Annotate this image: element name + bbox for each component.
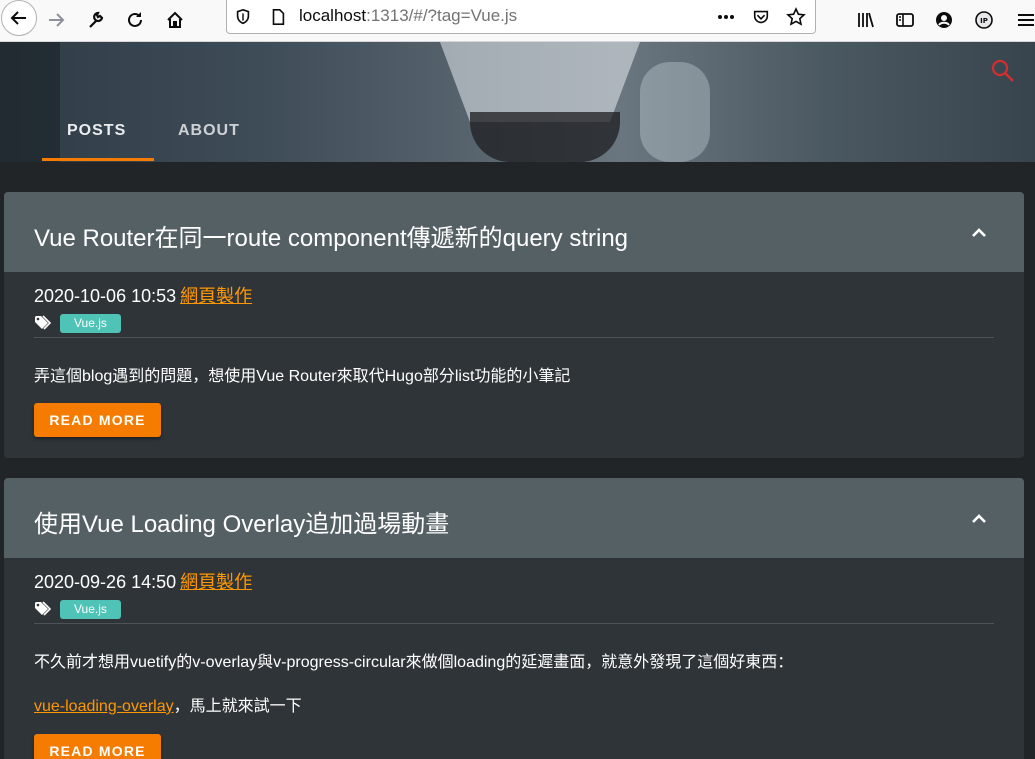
- menu-icon[interactable]: [1016, 4, 1035, 36]
- divider: [34, 337, 994, 338]
- wrench-icon[interactable]: [80, 4, 112, 36]
- page-icon[interactable]: [267, 6, 289, 28]
- active-tab-indicator: [42, 158, 154, 161]
- back-icon[interactable]: [1, 0, 37, 36]
- search-icon[interactable]: [990, 58, 1016, 84]
- tab-posts[interactable]: POSTS: [67, 122, 126, 140]
- reload-icon[interactable]: [119, 4, 151, 36]
- post-category-link[interactable]: 網頁製作: [180, 572, 252, 592]
- browser-toolbar: localhost:1313/#/?tag=Vue.js IP: [0, 0, 1035, 42]
- divider: [34, 623, 994, 624]
- library-icon[interactable]: [850, 4, 882, 36]
- bookmark-star-icon[interactable]: [785, 6, 807, 28]
- shield-icon[interactable]: [232, 6, 254, 28]
- post-date: 2020-10-06 10:53: [34, 286, 177, 306]
- post-meta: 2020-09-26 14:50 網頁製作: [34, 568, 252, 594]
- forward-icon[interactable]: [40, 4, 72, 36]
- url-text[interactable]: localhost:1313/#/?tag=Vue.js: [299, 6, 517, 26]
- pocket-icon[interactable]: [750, 6, 772, 28]
- read-more-button[interactable]: READ MORE: [34, 734, 161, 759]
- url-bar[interactable]: localhost:1313/#/?tag=Vue.js: [226, 0, 816, 34]
- url-path: :1313/#/?tag=Vue.js: [366, 6, 518, 25]
- hero-glass-shape: [640, 62, 710, 162]
- more-icon[interactable]: [715, 6, 737, 28]
- post-category-link[interactable]: 網頁製作: [180, 286, 252, 306]
- hero-header: [0, 42, 1035, 162]
- post-summary: 不久前才想用vuetify的v-overlay與v-progress-circu…: [34, 654, 794, 671]
- home-icon[interactable]: [159, 4, 191, 36]
- hero-dripper-shape: [440, 42, 640, 122]
- chevron-up-icon[interactable]: [968, 222, 990, 244]
- sidebar-icon[interactable]: [889, 4, 921, 36]
- account-icon[interactable]: [928, 4, 960, 36]
- tab-about[interactable]: ABOUT: [178, 122, 240, 140]
- post-summary-link-line: vue-loading-overlay，馬上就來試一下: [34, 692, 302, 716]
- chevron-up-icon[interactable]: [968, 508, 990, 530]
- vue-loading-overlay-link[interactable]: vue-loading-overlay: [34, 698, 174, 715]
- ip-extension-icon[interactable]: IP: [968, 4, 1000, 36]
- url-host: localhost: [299, 6, 367, 25]
- svg-text:IP: IP: [980, 17, 988, 25]
- post-meta: 2020-10-06 10:53 網頁製作: [34, 282, 252, 308]
- post-title[interactable]: Vue Router在同一route component傳遞新的query st…: [34, 218, 628, 253]
- read-more-button[interactable]: READ MORE: [34, 403, 161, 437]
- post-summary-suffix: ，馬上就來試一下: [173, 698, 302, 715]
- tag-chip[interactable]: Vue.js: [60, 600, 121, 619]
- hero-cup-shape: [470, 112, 620, 162]
- post-card-header[interactable]: 使用Vue Loading Overlay追加過場動畫: [4, 478, 1024, 558]
- post-title[interactable]: 使用Vue Loading Overlay追加過場動畫: [34, 504, 449, 539]
- tag-chip[interactable]: Vue.js: [60, 314, 121, 333]
- hero-shadow-shape: [0, 42, 60, 162]
- post-card: Vue Router在同一route component傳遞新的query st…: [4, 192, 1024, 458]
- post-date: 2020-09-26 14:50: [34, 572, 177, 592]
- tags-icon: [35, 601, 52, 616]
- post-card-header[interactable]: Vue Router在同一route component傳遞新的query st…: [4, 192, 1024, 272]
- post-summary: 弄這個blog遇到的問題，想使用Vue Router來取代Hugo部分list功…: [34, 368, 571, 385]
- tags-icon: [35, 315, 52, 330]
- post-card: 使用Vue Loading Overlay追加過場動畫 2020-09-26 1…: [4, 478, 1024, 759]
